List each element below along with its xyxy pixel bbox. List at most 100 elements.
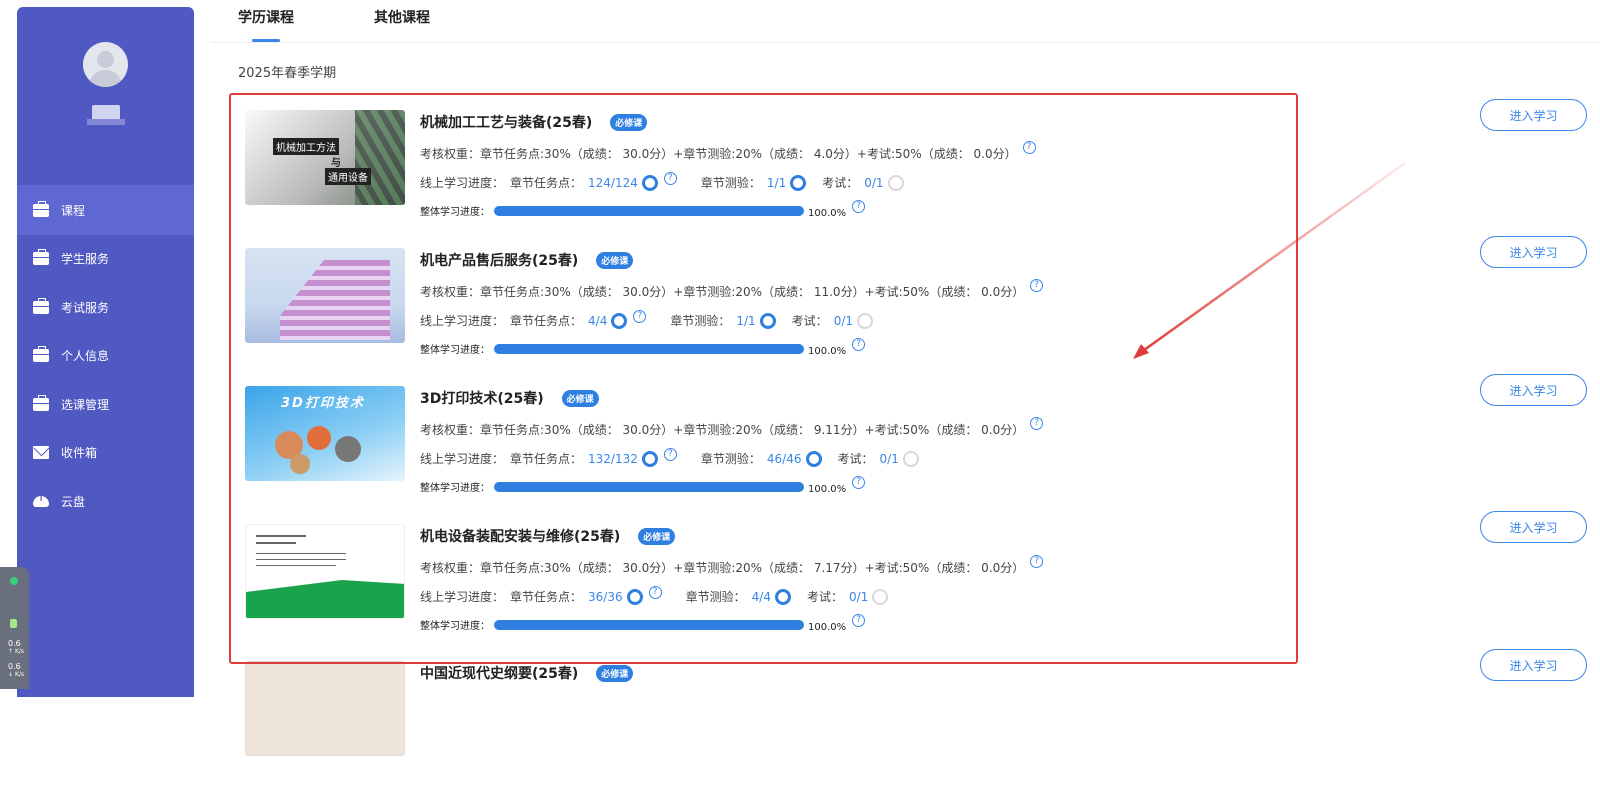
task-progress-value: 36/36 bbox=[588, 589, 623, 604]
briefcase-icon bbox=[33, 345, 49, 362]
enter-study-button[interactable]: 进入学习 bbox=[1480, 511, 1587, 543]
progress-ring-icon bbox=[641, 174, 658, 191]
help-icon[interactable]: ? bbox=[663, 172, 677, 185]
active-tab-indicator bbox=[252, 39, 280, 42]
status-indicator-icon bbox=[10, 619, 17, 628]
course-title[interactable]: 机电设备装配安装与维修(25春) bbox=[420, 526, 620, 546]
sidebar-item-label: 选课管理 bbox=[61, 397, 110, 412]
help-icon[interactable]: ? bbox=[1022, 141, 1036, 154]
progress-ring-icon bbox=[805, 450, 822, 467]
course-thumbnail[interactable] bbox=[245, 524, 405, 619]
overall-progress-bar bbox=[494, 481, 804, 492]
required-badge: 必修课 bbox=[561, 389, 599, 407]
sidebar-item-label: 学生服务 bbox=[61, 251, 110, 266]
upload-speed-unit: ↑ K/s bbox=[8, 648, 25, 655]
status-dot-icon bbox=[10, 577, 18, 585]
online-progress: 线上学习进度： 章节任务点： 4/4 ? 章节测验： 1/1 考试： 0/1 bbox=[420, 310, 873, 329]
help-icon[interactable]: ? bbox=[1030, 279, 1044, 292]
overall-progress: 整体学习进度： 100.0% ? bbox=[420, 476, 866, 495]
progress-ring-icon bbox=[759, 312, 776, 329]
download-speed-unit: ↓ K/s bbox=[8, 671, 25, 678]
sidebar-item-courses[interactable]: 课程 bbox=[17, 185, 194, 235]
enter-study-button[interactable]: 进入学习 bbox=[1480, 99, 1587, 131]
help-icon[interactable]: ? bbox=[852, 200, 866, 213]
required-badge: 必修课 bbox=[610, 113, 648, 131]
required-badge: 必修课 bbox=[596, 251, 634, 269]
username-blurred bbox=[87, 105, 125, 125]
course-thumbnail[interactable]: 机械加工方法 与 通用设备 bbox=[245, 110, 405, 205]
overall-progress-bar bbox=[494, 619, 804, 630]
exam-progress-value: 0/1 bbox=[833, 313, 853, 328]
course-thumbnail[interactable] bbox=[245, 661, 405, 756]
briefcase-icon bbox=[33, 200, 49, 217]
quiz-progress-value: 1/1 bbox=[736, 313, 756, 328]
enter-study-button[interactable]: 进入学习 bbox=[1480, 649, 1587, 681]
help-icon[interactable]: ? bbox=[852, 614, 866, 627]
network-speed-widget[interactable]: 0.6 ↑ K/s 0.6 ↓ K/s bbox=[0, 567, 29, 689]
help-icon[interactable]: ? bbox=[852, 338, 866, 351]
course-title[interactable]: 机械加工工艺与装备(25春) bbox=[420, 112, 592, 132]
overall-progress: 整体学习进度： 100.0% ? bbox=[420, 614, 866, 633]
sidebar-item-label: 收件箱 bbox=[61, 445, 98, 460]
quiz-progress-value: 1/1 bbox=[766, 175, 787, 190]
online-progress: 线上学习进度： 章节任务点： 124/124 ? 章节测验： 1/1 考试： 0… bbox=[420, 172, 904, 191]
quiz-progress-value: 4/4 bbox=[751, 589, 771, 604]
sidebar-item-label: 个人信息 bbox=[61, 348, 110, 363]
tab-other-courses[interactable]: 其他课程 bbox=[374, 7, 430, 27]
course-title[interactable]: 中国近现代史纲要(25春) bbox=[420, 663, 578, 683]
progress-ring-icon bbox=[774, 588, 791, 605]
tab-degree-courses[interactable]: 学历课程 bbox=[238, 7, 294, 27]
sidebar-item-student-services[interactable]: 学生服务 bbox=[17, 233, 194, 283]
course-card: 机械加工方法 与 通用设备 机械加工工艺与装备(25春) 必修课 考核权重：章节… bbox=[245, 110, 1600, 240]
exam-progress-value: 0/1 bbox=[848, 589, 869, 604]
help-icon[interactable]: ? bbox=[1030, 417, 1044, 430]
enter-study-button[interactable]: 进入学习 bbox=[1480, 236, 1587, 268]
course-thumbnail[interactable] bbox=[245, 248, 405, 343]
progress-ring-icon bbox=[611, 312, 628, 329]
course-card: 机电设备装配安装与维修(25春) 必修课 考核权重：章节任务点:30%（成绩： … bbox=[245, 524, 1600, 654]
overall-progress-percent: 100.0% bbox=[808, 484, 847, 495]
mail-icon bbox=[33, 445, 49, 459]
sidebar-item-label: 课程 bbox=[61, 203, 86, 218]
overall-progress: 整体学习进度： 100.0% ? bbox=[420, 200, 866, 219]
exam-progress-value: 0/1 bbox=[879, 451, 899, 466]
progress-ring-empty-icon bbox=[902, 450, 919, 467]
help-icon[interactable]: ? bbox=[1030, 555, 1044, 568]
online-progress: 线上学习进度： 章节任务点： 132/132 ? 章节测验： 46/46 考试：… bbox=[420, 448, 919, 467]
avatar[interactable] bbox=[83, 42, 128, 87]
required-badge: 必修课 bbox=[638, 527, 676, 545]
enter-study-button[interactable]: 进入学习 bbox=[1480, 374, 1587, 406]
briefcase-icon bbox=[33, 394, 49, 411]
help-icon[interactable]: ? bbox=[633, 310, 647, 323]
sidebar-item-course-selection[interactable]: 选课管理 bbox=[17, 379, 194, 429]
exam-progress-value: 0/1 bbox=[864, 175, 884, 190]
sidebar-item-personal-info[interactable]: 个人信息 bbox=[17, 330, 194, 380]
overall-progress-bar bbox=[494, 343, 804, 354]
task-progress-value: 132/132 bbox=[588, 451, 638, 466]
semester-heading: 2025年春季学期 bbox=[238, 66, 337, 81]
overall-progress: 整体学习进度： 100.0% ? bbox=[420, 338, 866, 357]
course-title[interactable]: 机电产品售后服务(25春) bbox=[420, 250, 578, 270]
overall-progress-percent: 100.0% bbox=[808, 622, 847, 633]
progress-ring-icon bbox=[626, 588, 643, 605]
upload-speed: 0.6 bbox=[8, 639, 21, 648]
overall-progress-percent: 100.0% bbox=[808, 208, 847, 219]
progress-ring-icon bbox=[790, 174, 807, 191]
online-progress: 线上学习进度： 章节任务点： 36/36 ? 章节测验： 4/4 考试： 0/1 bbox=[420, 586, 889, 605]
course-thumbnail[interactable]: 3D打印技术 bbox=[245, 386, 405, 481]
help-icon[interactable]: ? bbox=[663, 448, 677, 461]
course-title[interactable]: 3D打印技术(25春) bbox=[420, 388, 544, 408]
progress-ring-icon bbox=[641, 450, 658, 467]
quiz-progress-value: 46/46 bbox=[766, 451, 802, 466]
help-icon[interactable]: ? bbox=[648, 586, 662, 599]
overall-progress-bar bbox=[494, 205, 804, 216]
briefcase-icon bbox=[33, 248, 49, 265]
course-card: 3D打印技术 3D打印技术(25春) 必修课 考核权重：章节任务点:30%（成绩… bbox=[245, 386, 1600, 516]
assessment-weights: 考核权重：章节任务点:30%（成绩： 30.0分）+章节测验:20%（成绩： 4… bbox=[420, 141, 1036, 162]
sidebar-item-cloud-drive[interactable]: 云盘 bbox=[17, 476, 194, 526]
course-card: 中国近现代史纲要(25春) 必修课 bbox=[245, 661, 1600, 791]
sidebar-item-inbox[interactable]: 收件箱 bbox=[17, 427, 194, 477]
help-icon[interactable]: ? bbox=[852, 476, 866, 489]
course-tabs: 学历课程 其他课程 bbox=[211, 0, 1600, 43]
sidebar-item-exam-services[interactable]: 考试服务 bbox=[17, 282, 194, 332]
